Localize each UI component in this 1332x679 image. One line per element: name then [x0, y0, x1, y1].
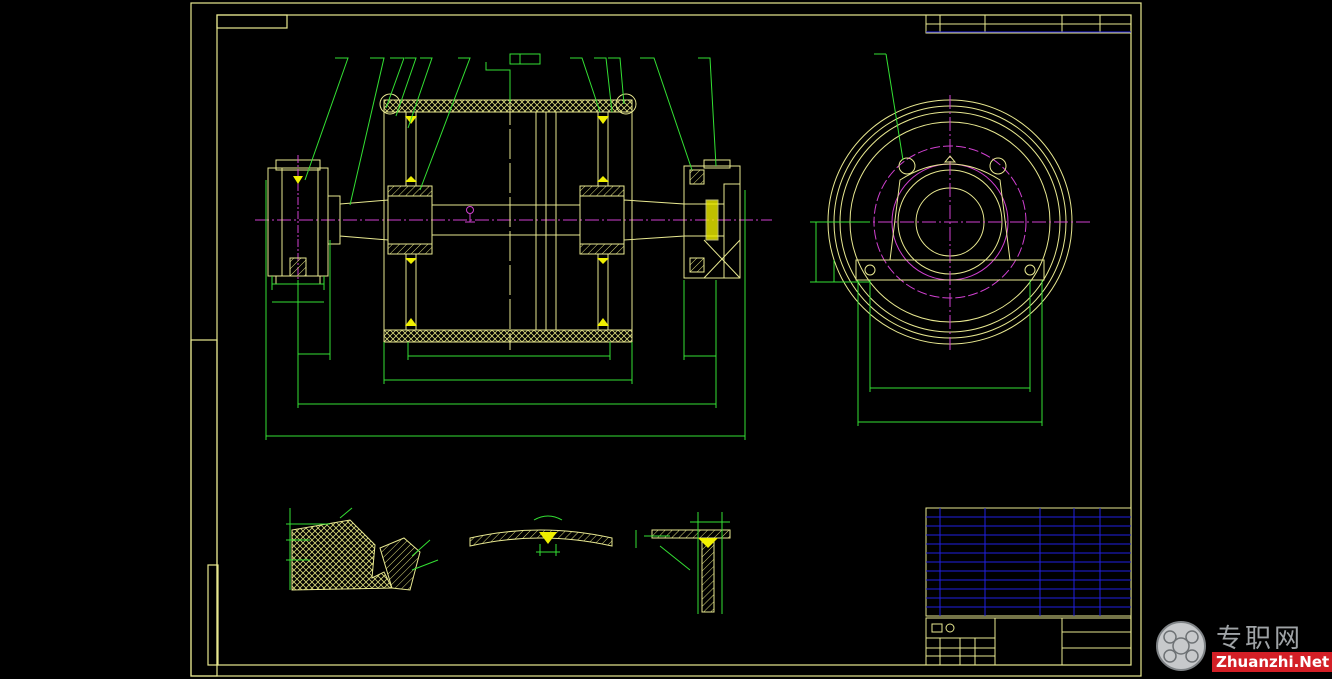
top-right-code-block — [925, 14, 1132, 34]
left-housing-base-hatch — [289, 257, 307, 277]
front-section-view — [255, 53, 772, 440]
datum-tag — [509, 53, 541, 65]
side-leader-diag — [885, 53, 904, 161]
watermark-en-text: Zhuanzhi.Net — [1212, 652, 1332, 672]
cad-drawing-canvas — [190, 2, 1142, 677]
front-dimensions — [265, 180, 746, 440]
left-binding-strip — [190, 339, 218, 677]
title-block-table — [925, 507, 1132, 617]
top-left-tag — [216, 14, 288, 29]
title-block-lower — [925, 617, 1132, 666]
detail-hatched-lining — [286, 507, 439, 591]
detail-weld-tee — [635, 512, 731, 614]
detail-weld-curved — [469, 515, 613, 556]
right-hub — [579, 111, 625, 331]
left-hub — [387, 111, 433, 331]
side-end-view — [810, 53, 1090, 426]
left-oil-cup-weld — [293, 176, 303, 184]
right-bearing-housing — [683, 159, 741, 279]
watermark-cn-text: 专职网 — [1216, 624, 1304, 654]
